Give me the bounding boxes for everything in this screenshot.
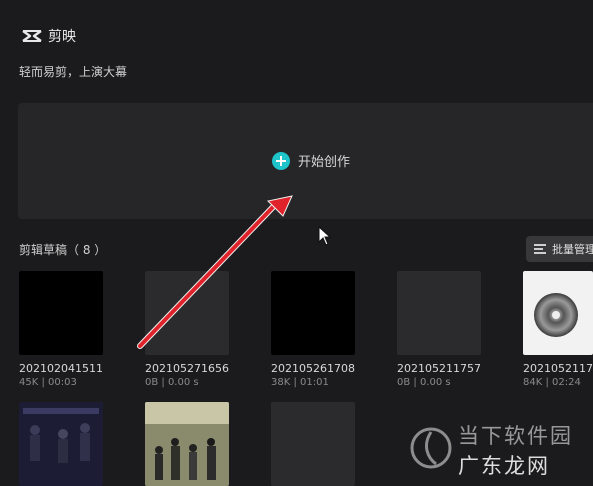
draft-meta: 84K | 02:24 (523, 377, 581, 388)
draft-thumbnail[interactable] (19, 271, 103, 355)
watermark-line-1: 当下软件园 (458, 424, 573, 448)
batch-manage-button[interactable]: 批量管理 (526, 236, 593, 262)
watermark-line-2: 广东龙网 (458, 454, 550, 478)
app-name: 剪映 (48, 29, 76, 45)
disc-thumbnail-image (534, 293, 578, 337)
draft-thumbnail[interactable] (19, 402, 103, 486)
list-icon (534, 244, 546, 254)
draft-meta: 38K | 01:01 (271, 377, 329, 388)
draft-thumbnail[interactable] (523, 271, 593, 355)
draft-meta: 45K | 00:03 (19, 377, 77, 388)
draft-name: 202105271656 (145, 362, 229, 375)
draft-thumbnail[interactable] (271, 402, 355, 486)
mouse-cursor-icon (318, 226, 332, 246)
draft-name: 202102041511 (19, 362, 103, 375)
batch-manage-label: 批量管理 (552, 243, 593, 256)
plus-icon (272, 151, 290, 170)
photo-thumbnail-image (19, 402, 103, 486)
capcut-logo-icon (22, 30, 42, 42)
draft-name: 202105211757 (397, 362, 481, 375)
draft-thumbnail[interactable] (397, 271, 481, 355)
start-create-button[interactable]: 开始创作 (272, 151, 350, 170)
drafts-title: 剪辑草稿（ 8 ） (19, 243, 107, 257)
app-logo: 剪映 (20, 26, 76, 46)
draft-name: 202105261708 (271, 362, 355, 375)
draft-name: 202105211757 (523, 362, 593, 375)
draft-thumbnail[interactable] (271, 271, 355, 355)
draft-thumbnail[interactable] (145, 271, 229, 355)
draft-meta: 0B | 0.00 s (145, 377, 199, 388)
photo-thumbnail-image (145, 402, 229, 486)
start-create-label: 开始创作 (298, 155, 351, 170)
draft-meta: 0B | 0.00 s (397, 377, 451, 388)
draft-thumbnail[interactable] (145, 402, 229, 486)
watermark: 当下软件园 广东龙网 (408, 416, 593, 486)
watermark-logo-icon (410, 427, 452, 469)
tagline: 轻而易剪，上演大幕 (19, 65, 128, 79)
